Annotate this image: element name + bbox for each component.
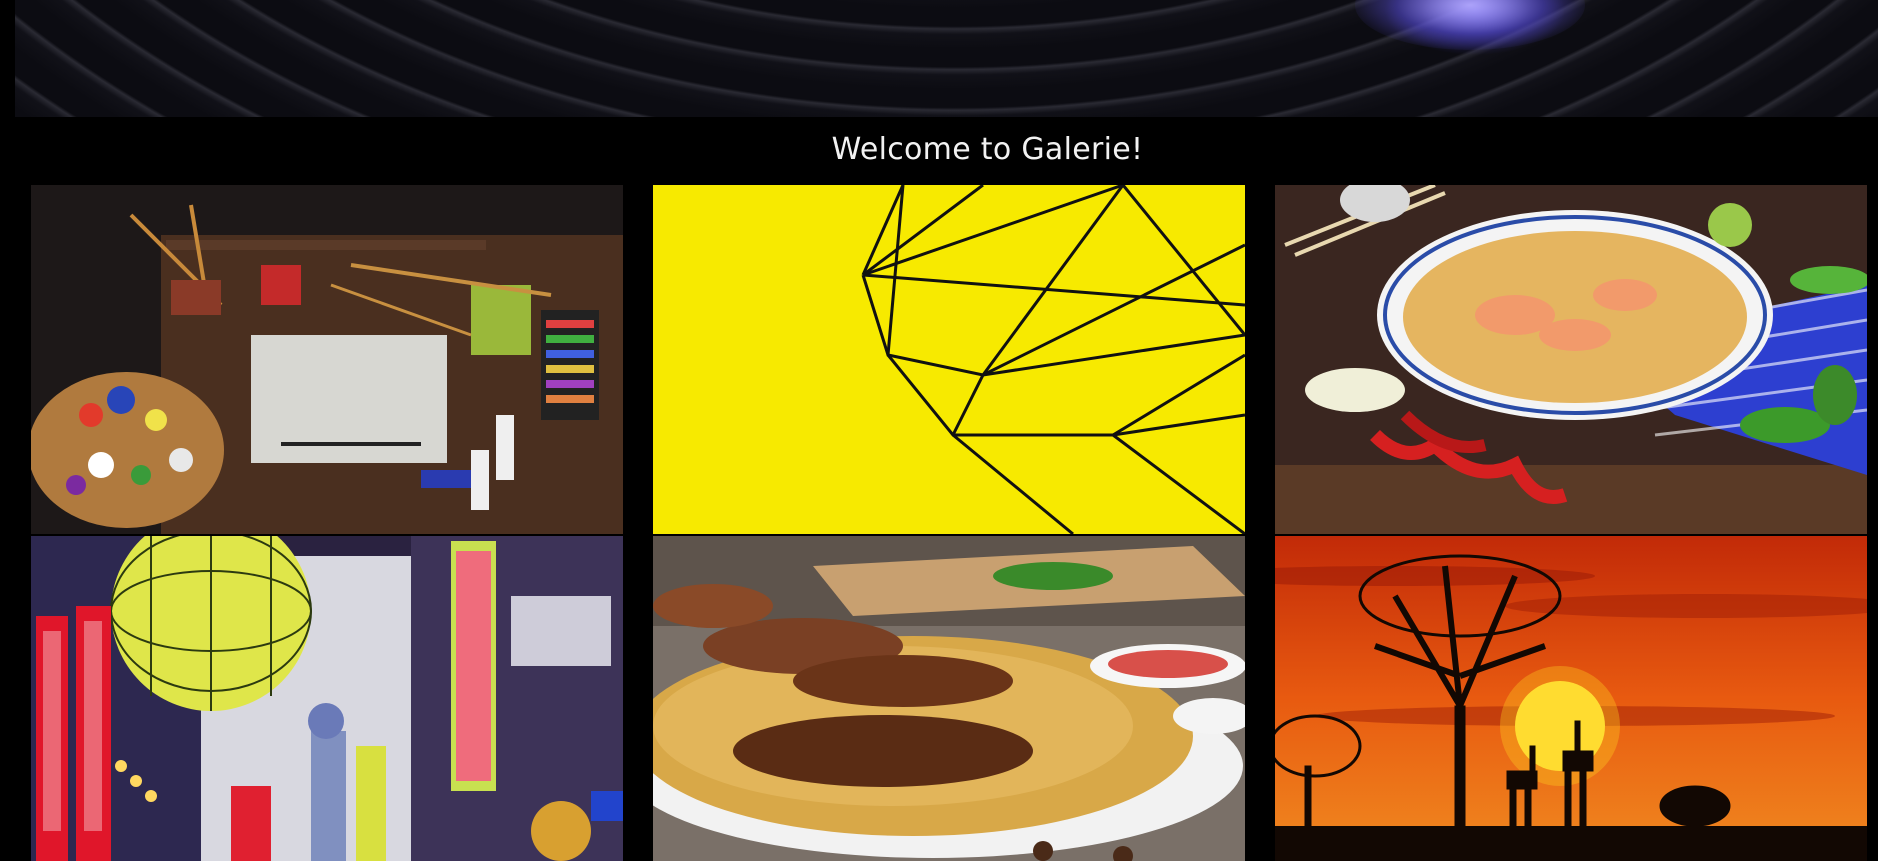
gallery-image-biryani[interactable] [653,536,1245,861]
gallery-image-curry-soup[interactable] [1275,185,1867,534]
gallery-image-yellow-geometric[interactable] [653,185,1245,534]
gallery-image-art-supplies[interactable] [31,185,623,534]
banner-light-glow [1355,0,1585,50]
page-title: Welcome to Galerie! [831,132,1144,167]
gallery-image-osaka-street[interactable] [31,536,623,861]
gallery-image-savanna-sunset[interactable] [1275,536,1867,861]
header-banner [15,0,1878,117]
